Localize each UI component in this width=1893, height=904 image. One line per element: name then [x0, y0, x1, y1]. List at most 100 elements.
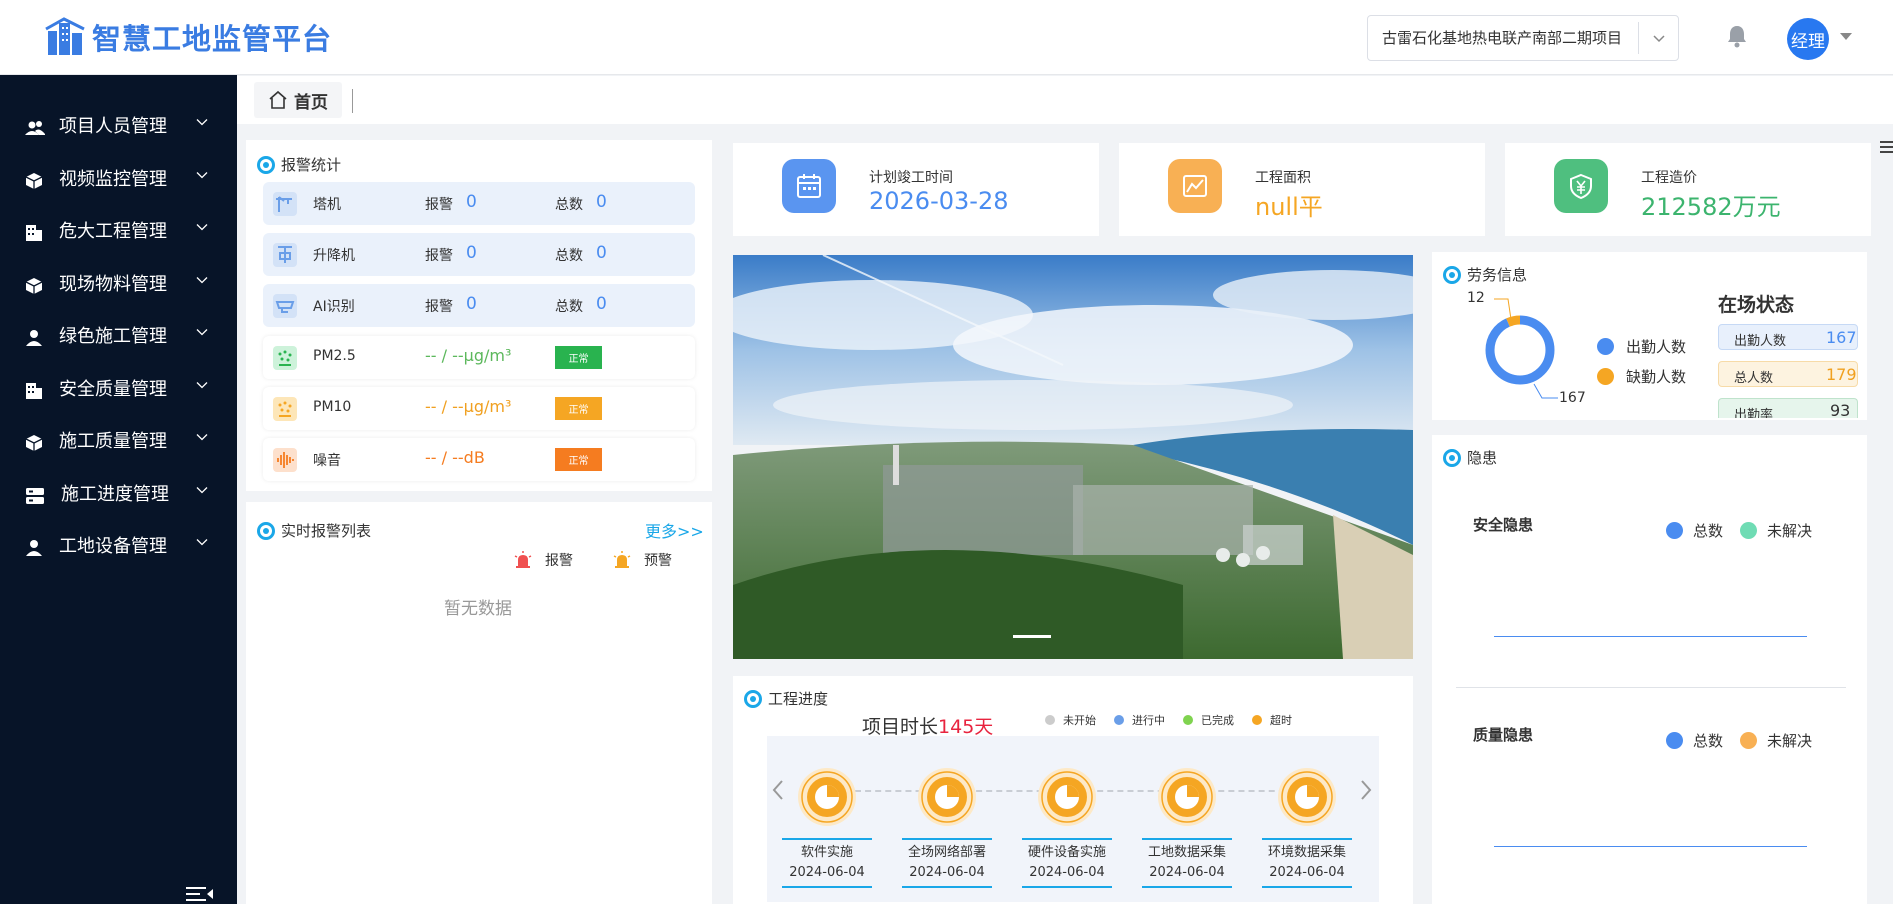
hazard-panel	[1432, 435, 1867, 904]
bell-icon[interactable]	[1726, 24, 1748, 52]
sidebar-item-materials[interactable]: 现场物料管理	[0, 260, 237, 312]
sidebar-item-equipment[interactable]: 工地设备管理	[0, 522, 237, 574]
stat-value: 212582万元	[1641, 193, 1781, 221]
people-icon	[25, 121, 45, 135]
legend-dot	[1252, 715, 1262, 725]
alarm-value: 0	[466, 243, 477, 263]
alarm-label: 报警	[425, 197, 453, 213]
person-icon	[26, 540, 42, 556]
timeline-step-gauge[interactable]	[796, 766, 858, 828]
chevron-down-icon	[196, 172, 208, 179]
sidebar-item-quality[interactable]: 施工质量管理	[0, 417, 237, 469]
sidebar-item-label: 工地设备管理	[59, 536, 167, 557]
menu-collapse-icon[interactable]	[186, 885, 214, 903]
tab-bar: 首页	[237, 76, 1893, 124]
chevron-down-icon[interactable]	[1638, 22, 1678, 54]
legend-warn: 预警	[612, 550, 672, 570]
legend-dot	[1597, 338, 1614, 355]
onsite-status-title: 在场状态	[1718, 294, 1795, 316]
status-badge: 正常	[555, 397, 602, 420]
chevron-down-icon	[196, 329, 208, 336]
sidebar-item-personnel[interactable]: 项目人员管理	[0, 102, 237, 154]
project-select[interactable]: 古雷石化基地热电联产南部二期项目	[1367, 15, 1679, 61]
row-name: AI识别	[313, 299, 355, 315]
env-row-noise[interactable]: 噪音 -- / --dB 正常	[263, 438, 695, 481]
sidebar-item-video[interactable]: 视频监控管理	[0, 155, 237, 207]
ring-icon	[1443, 448, 1461, 467]
project-select-value: 古雷石化基地热电联产南部二期项目	[1381, 29, 1622, 47]
clock-gauge-icon	[798, 768, 856, 826]
quality-hazard-label: 质量隐患	[1473, 726, 1534, 744]
siren-icon	[514, 551, 532, 568]
alarm-label: 报警	[425, 248, 453, 264]
ring-icon	[257, 521, 275, 540]
more-link[interactable]: 更多>>	[645, 518, 704, 542]
chevron-left-icon[interactable]	[770, 778, 786, 802]
home-icon	[269, 90, 287, 109]
building-icon	[26, 225, 42, 241]
clock-gauge-icon	[1038, 768, 1096, 826]
alarm-stats-title: 报警统计	[257, 154, 341, 175]
alarm-row-elevator[interactable]: 升降机 报警 0 总数 0	[263, 233, 695, 276]
safety-legend: 总数 未解决	[1666, 520, 1812, 541]
legend-dot	[1740, 732, 1758, 749]
area-chart-icon	[1168, 159, 1222, 213]
sidebar-item-safety[interactable]: 安全质量管理	[0, 365, 237, 417]
row-name: PM2.5	[313, 348, 356, 364]
timeline-step-gauge[interactable]	[916, 766, 978, 828]
status-badge: 正常	[555, 448, 602, 471]
site-photo[interactable]	[733, 255, 1413, 659]
avatar-dropdown-icon[interactable]	[1840, 33, 1852, 40]
cube-icon	[25, 278, 43, 294]
sidebar-item-label: 视频监控管理	[59, 169, 167, 190]
onsite-row-rate: 出勤率 93	[1718, 398, 1858, 418]
progress-legend: 未开始 进行中 已完成 超时	[1045, 712, 1292, 728]
timeline-step-gauge[interactable]	[1276, 766, 1338, 828]
timeline-step-gauge[interactable]	[1156, 766, 1218, 828]
calendar-icon	[782, 159, 836, 213]
chevron-right-icon[interactable]	[1358, 778, 1374, 802]
total-label: 总数	[555, 248, 583, 264]
logo-building-icon	[45, 17, 85, 55]
sidebar: 项目人员管理 视频监控管理 危大工程管理 现场物料管理 绿色施工管理 安全质量管…	[0, 75, 237, 904]
env-row-pm10[interactable]: PM10 -- / --μg/m³ 正常	[263, 387, 695, 430]
avatar[interactable]: 经理	[1787, 18, 1829, 60]
logo[interactable]: 智慧工地监管平台	[44, 16, 332, 58]
sidebar-item-progress[interactable]: 施工进度管理	[0, 470, 237, 522]
env-row-pm25[interactable]: PM2.5 -- / --μg/m³ 正常	[263, 336, 695, 379]
total-value: 0	[596, 294, 607, 314]
timeline-step-label: 工地数据采集 2024-06-04	[1142, 838, 1232, 888]
tower-crane-icon	[273, 192, 297, 216]
total-label: 总数	[555, 197, 583, 213]
logo-title: 智慧工地监管平台	[92, 22, 333, 56]
labor-title: 劳务信息	[1443, 264, 1527, 285]
menu-icon[interactable]	[1880, 140, 1893, 154]
alarm-row-ai[interactable]: AI识别 报警 0 总数 0	[263, 284, 695, 327]
siren-icon	[613, 551, 631, 568]
realtime-alarm-title: 实时报警列表	[257, 520, 371, 541]
stat-value: null平	[1255, 193, 1323, 221]
building-icon	[26, 383, 42, 399]
pm10-icon	[273, 397, 297, 421]
sidebar-item-green[interactable]: 绿色施工管理	[0, 312, 237, 364]
alarm-row-tower-crane[interactable]: 塔机 报警 0 总数 0	[263, 182, 695, 225]
sidebar-item-hazardous[interactable]: 危大工程管理	[0, 207, 237, 259]
quality-legend: 总数 未解决	[1666, 730, 1812, 751]
aerial-photo-image	[733, 255, 1413, 659]
env-value: -- / --dB	[425, 448, 485, 467]
timeline-step-gauge[interactable]	[1036, 766, 1098, 828]
donut-label-absent: 12	[1467, 290, 1485, 306]
ring-icon	[744, 689, 762, 708]
clock-gauge-icon	[1278, 768, 1336, 826]
chevron-down-icon	[196, 487, 208, 494]
tab-home[interactable]: 首页	[254, 82, 342, 118]
sidebar-item-label: 施工质量管理	[59, 431, 167, 452]
noise-icon	[273, 448, 297, 472]
env-value: -- / --μg/m³	[425, 397, 512, 416]
quality-chart-axis	[1494, 846, 1807, 847]
onsite-row-total: 总人数 179	[1718, 361, 1858, 387]
onsite-row-present: 出勤人数 167	[1718, 324, 1858, 350]
top-header: 智慧工地监管平台 古雷石化基地热电联产南部二期项目 经理	[0, 0, 1893, 75]
ring-icon	[257, 155, 275, 174]
alarm-label: 报警	[425, 299, 453, 315]
